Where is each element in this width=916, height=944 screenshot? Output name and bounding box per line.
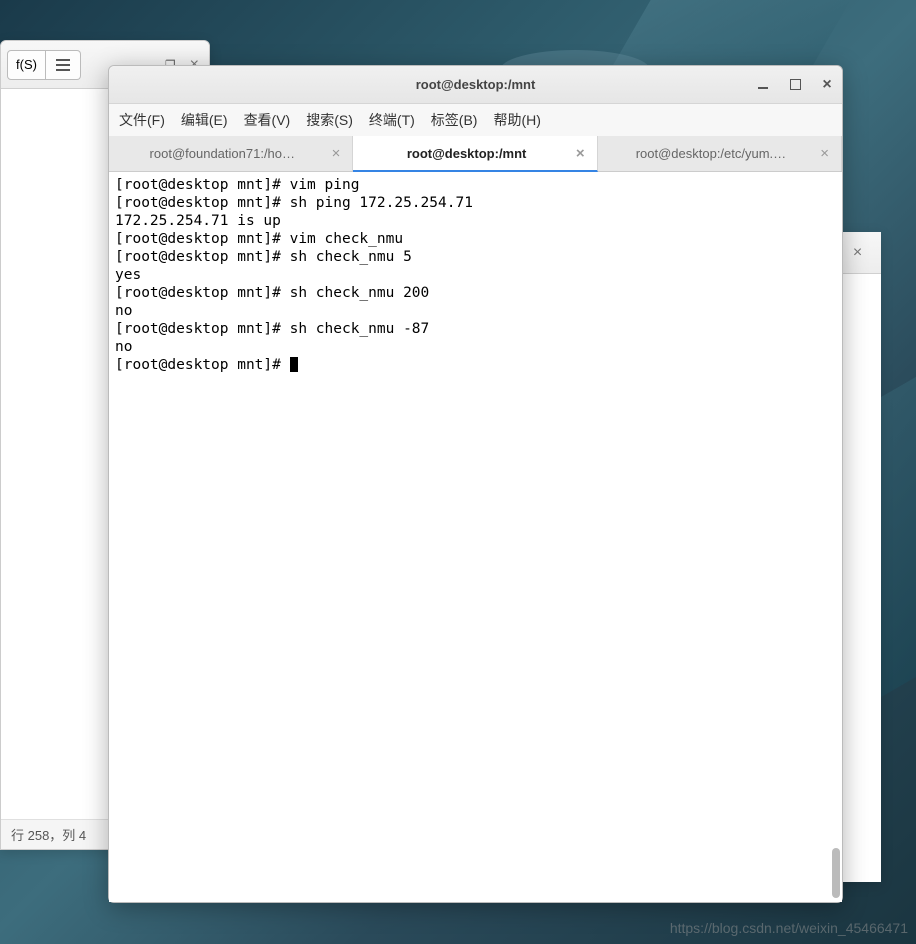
terminal-line: [root@desktop mnt]# sh ping 172.25.254.7… [115,195,473,211]
tab-label: root@desktop:/etc/yum.… [610,146,813,161]
bg-right-close-icon[interactable]: × [853,244,862,262]
minimize-button[interactable] [756,78,770,92]
terminal-line: yes [115,267,141,283]
window-titlebar[interactable]: root@desktop:/mnt × [109,66,842,104]
tab-desktop-yum[interactable]: root@desktop:/etc/yum.… × [598,136,842,171]
terminal-line: [root@desktop mnt]# sh check_nmu 5 [115,249,412,265]
menu-edit[interactable]: 编辑(E) [181,110,228,130]
terminal-line: [root@desktop mnt]# sh check_nmu -87 [115,321,429,337]
tab-close-icon[interactable]: × [324,145,341,162]
terminal-line: [root@desktop mnt]# vim ping [115,177,359,193]
menu-view[interactable]: 查看(V) [244,110,291,130]
terminal-line: [root@desktop mnt]# vim check_nmu [115,231,403,247]
menubar: 文件(F) 编辑(E) 查看(V) 搜索(S) 终端(T) 标签(B) 帮助(H… [109,104,842,136]
terminal-line: [root@desktop mnt]# sh check_nmu 200 [115,285,429,301]
maximize-button[interactable] [788,78,802,92]
terminal-line: no [115,339,132,355]
scrollbar[interactable] [830,172,842,902]
menu-help[interactable]: 帮助(H) [493,110,540,130]
tabbar: root@foundation71:/ho… × root@desktop:/m… [109,136,842,172]
scrollbar-thumb[interactable] [832,848,840,898]
menu-file[interactable]: 文件(F) [119,110,165,130]
menu-terminal[interactable]: 终端(T) [369,110,415,130]
terminal-line: 172.25.254.71 is up [115,213,281,229]
tab-desktop-mnt[interactable]: root@desktop:/mnt × [353,136,597,172]
terminal-line: no [115,303,132,319]
menu-search[interactable]: 搜索(S) [306,110,353,130]
terminal-prompt-line: [root@desktop mnt]# [115,357,290,373]
tab-foundation[interactable]: root@foundation71:/ho… × [109,136,353,171]
watermark: https://blog.csdn.net/weixin_45466471 [670,920,908,936]
hamburger-icon [54,59,72,71]
terminal-output[interactable]: [root@desktop mnt]# vim ping [root@deskt… [109,172,842,902]
terminal-cursor [290,357,298,372]
tab-close-icon[interactable]: × [568,145,585,162]
window-title: root@desktop:/mnt [416,77,536,92]
hamburger-menu-button[interactable] [46,50,81,80]
close-button[interactable]: × [820,78,834,92]
terminal-window: root@desktop:/mnt × 文件(F) 编辑(E) 查看(V) 搜索… [108,65,843,903]
bg-open-button[interactable]: f(S) [7,50,46,80]
tab-close-icon[interactable]: × [812,145,829,162]
tab-label: root@foundation71:/ho… [121,146,324,161]
tab-label: root@desktop:/mnt [365,146,568,161]
menu-tabs[interactable]: 标签(B) [431,110,478,130]
